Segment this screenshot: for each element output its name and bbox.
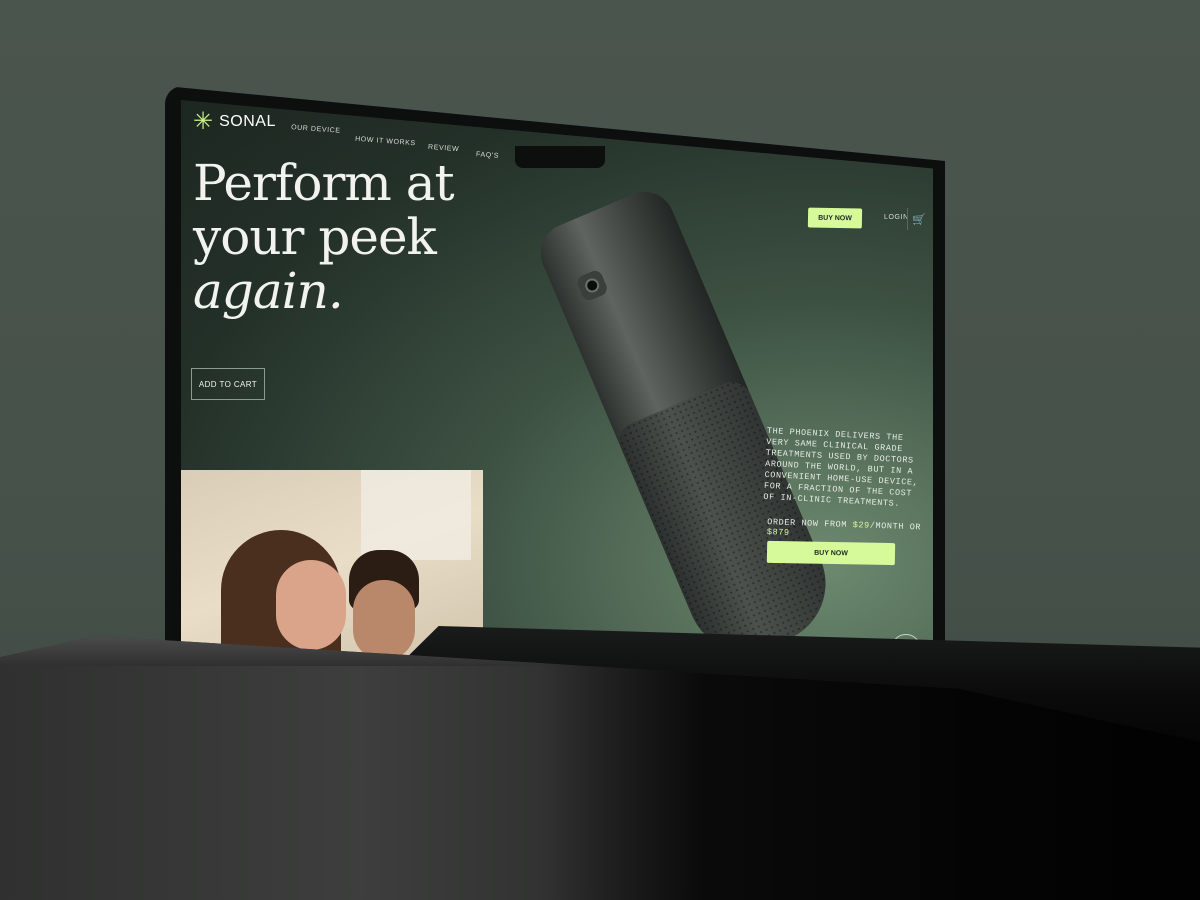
product-device-image xyxy=(531,182,845,670)
login-link[interactable]: LOGIN xyxy=(884,214,909,221)
header-buy-now-button[interactable]: BUY NOW xyxy=(807,207,863,229)
hero-line-3: again. xyxy=(193,262,344,320)
hero-line-1: Perform at xyxy=(193,154,455,212)
cart-button[interactable]: 🛒 xyxy=(907,208,930,230)
nav-faqs[interactable]: FAQ'S xyxy=(476,151,499,160)
monthly-price: $29 xyxy=(852,520,870,531)
asterisk-logo-icon: ✳ xyxy=(193,108,214,135)
hero-headline: Perform at your peek again. xyxy=(193,154,455,320)
cart-icon: 🛒 xyxy=(912,213,926,226)
mockup-scene: ✳ SONAL OUR DEVICE HOW IT WORKS REVIEW F… xyxy=(0,0,1200,900)
website-screen: ✳ SONAL OUR DEVICE HOW IT WORKS REVIEW F… xyxy=(181,100,933,680)
product-description: The Phoenix delivers the very same clini… xyxy=(763,425,919,509)
buy-now-button[interactable]: BUY NOW xyxy=(766,540,896,566)
brand-logo[interactable]: ✳ SONAL xyxy=(193,110,276,134)
photo-woman-face xyxy=(276,560,346,650)
nav-our-device[interactable]: OUR DEVICE xyxy=(291,124,341,135)
full-price: $879 xyxy=(766,527,790,538)
hero-line-2: your peek xyxy=(193,208,437,266)
camera-notch xyxy=(515,146,605,168)
brand-name: SONAL xyxy=(219,113,276,130)
laptop: ✳ SONAL OUR DEVICE HOW IT WORKS REVIEW F… xyxy=(165,86,945,686)
nav-how-it-works[interactable]: HOW IT WORKS xyxy=(355,136,416,147)
photo-window xyxy=(361,470,471,560)
order-mid: /MONTH OR xyxy=(869,520,922,533)
nav-review[interactable]: REVIEW xyxy=(428,144,460,153)
add-to-cart-button[interactable]: ADD TO CART xyxy=(191,368,265,400)
photo-man-face xyxy=(353,580,415,660)
